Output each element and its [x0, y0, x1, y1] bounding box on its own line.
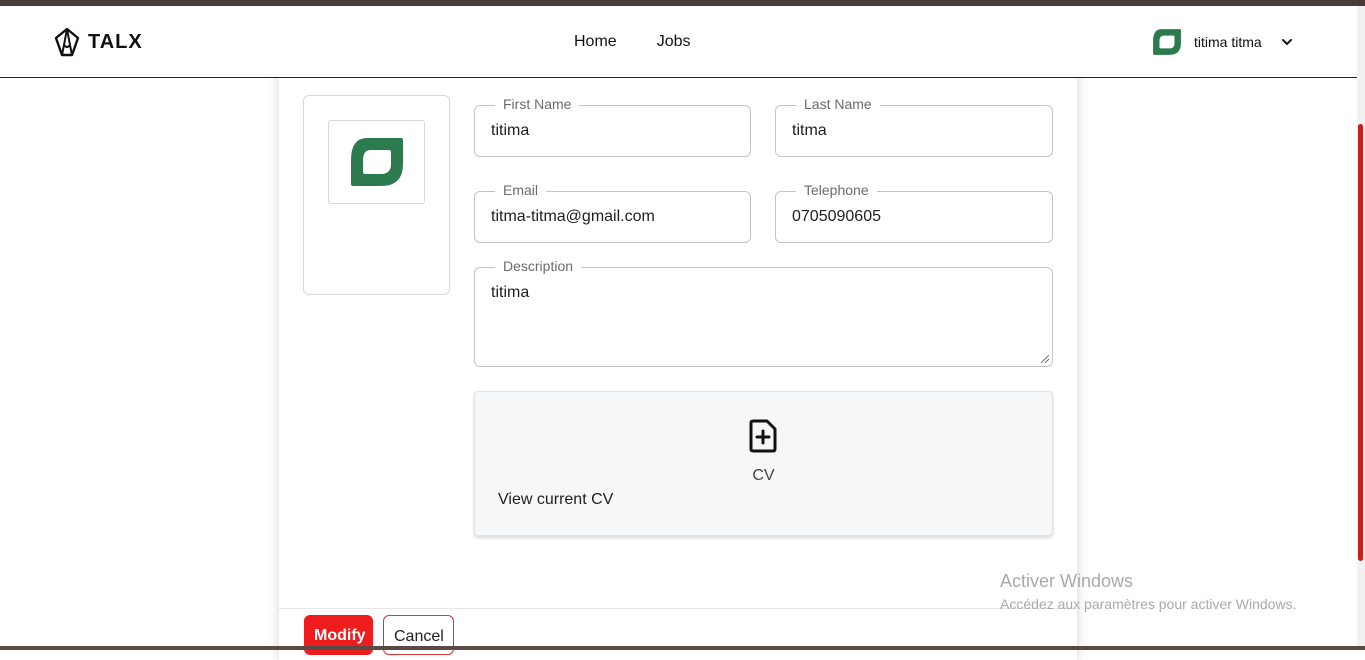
last-name-label: Last Name [796, 96, 880, 112]
windows-activation-title: Activer Windows [1000, 571, 1134, 591]
telephone-field[interactable]: Telephone 0705090605 [775, 182, 1053, 243]
leaf-logo-icon [350, 138, 403, 186]
view-cv-link[interactable]: View current CV [498, 491, 613, 509]
brand-name: TALX [88, 30, 143, 53]
telephone-value[interactable]: 0705090605 [792, 208, 881, 226]
description-label: Description [495, 258, 582, 274]
email-label: Email [495, 182, 547, 198]
nav-home[interactable]: Home [574, 33, 617, 51]
first-name-field[interactable]: First Name titima [474, 96, 751, 157]
profile-photo[interactable] [328, 120, 425, 204]
file-add-icon[interactable] [749, 419, 777, 453]
description-field[interactable]: Description titima [474, 258, 1053, 367]
user-avatar-icon [1153, 29, 1181, 55]
main-nav: Home Jobs [574, 33, 690, 51]
user-menu[interactable]: titima titma [1152, 27, 1292, 57]
nav-jobs[interactable]: Jobs [657, 33, 691, 51]
resize-handle-icon[interactable] [1041, 355, 1049, 363]
first-name-value[interactable]: titima [491, 122, 529, 140]
windows-activation-subtitle: Accédez aux paramètres pour activer Wind… [1000, 596, 1297, 612]
brand-logo[interactable]: TALX [54, 27, 143, 57]
modal-footer-divider [279, 608, 1077, 609]
cv-label: CV [752, 467, 775, 484]
email-value[interactable]: titma-titma@gmail.com [491, 208, 655, 226]
last-name-field[interactable]: Last Name titma [775, 96, 1053, 157]
cv-upload-area[interactable]: CV View current CV [474, 391, 1053, 536]
profile-photo-box[interactable] [303, 95, 450, 295]
email-field[interactable]: Email titma-titma@gmail.com [474, 182, 751, 243]
user-name: titima titma [1194, 34, 1262, 50]
last-name-value[interactable]: titma [792, 122, 827, 140]
description-value[interactable]: titima [491, 284, 529, 302]
chevron-down-icon[interactable] [1281, 38, 1292, 46]
first-name-label: First Name [495, 96, 580, 112]
window-bottom-strip [0, 646, 1365, 650]
talx-logo-icon [54, 27, 80, 57]
scrollbar-thumb[interactable] [1358, 124, 1363, 561]
telephone-label: Telephone [796, 182, 877, 198]
top-navbar: TALX Home Jobs titima titma [0, 6, 1357, 78]
